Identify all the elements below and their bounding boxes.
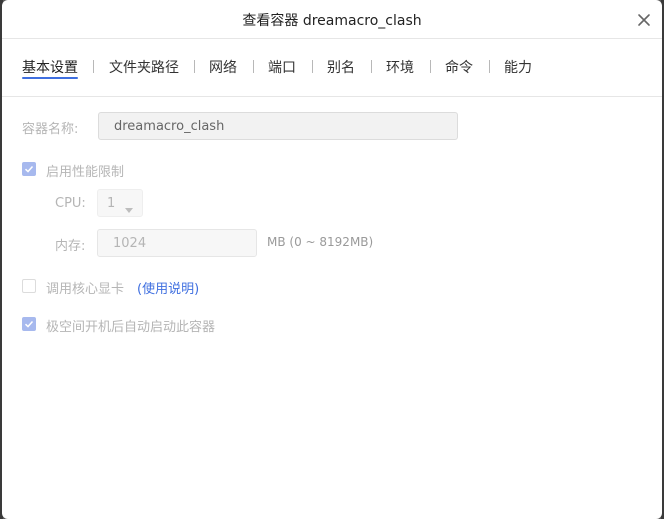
tab-network[interactable]: 网络 xyxy=(209,57,237,77)
memory-range-hint: MB (0 ~ 8192MB) xyxy=(267,235,374,249)
tab-capabilities[interactable]: 能力 xyxy=(504,57,532,77)
tab-separator xyxy=(93,60,94,73)
memory-label: 内存: xyxy=(55,239,86,254)
tab-bar: 基本设置 文件夹路径 网络 端口 别名 环境 命令 能力 xyxy=(2,39,662,97)
gpu-checkbox[interactable] xyxy=(22,279,36,293)
tab-separator xyxy=(194,60,195,73)
autostart-checkbox[interactable] xyxy=(22,317,36,331)
memory-field[interactable]: 1024 xyxy=(97,229,257,257)
cpu-select-value: 1 xyxy=(107,195,116,211)
container-name-field[interactable]: dreamacro_clash xyxy=(98,112,458,140)
active-tab-indicator xyxy=(22,77,78,79)
tab-environment[interactable]: 环境 xyxy=(386,57,414,77)
container-name-label: 容器名称: xyxy=(22,122,79,137)
gpu-label: 调用核心显卡 xyxy=(46,282,125,297)
close-icon[interactable] xyxy=(636,12,652,28)
perf-limit-checkbox[interactable] xyxy=(22,162,36,176)
tab-separator xyxy=(430,60,431,73)
tab-separator xyxy=(371,60,372,73)
chevron-down-icon xyxy=(125,202,133,217)
tab-alias[interactable]: 别名 xyxy=(327,57,355,77)
tab-separator xyxy=(312,60,313,73)
tab-basic-settings[interactable]: 基本设置 xyxy=(22,57,78,77)
tab-separator xyxy=(489,60,490,73)
tab-separator xyxy=(253,60,254,73)
dialog-title: 查看容器 dreamacro_clash xyxy=(242,13,422,29)
check-icon xyxy=(24,165,34,173)
dialog-header: 查看容器 dreamacro_clash xyxy=(2,0,662,39)
gpu-help-link[interactable]: (使用说明) xyxy=(137,278,199,297)
cpu-select[interactable]: 1 xyxy=(97,189,143,217)
tab-folder-paths[interactable]: 文件夹路径 xyxy=(109,57,179,77)
view-container-dialog: 查看容器 dreamacro_clash 基本设置 文件夹路径 网络 端口 别名… xyxy=(2,0,662,519)
tab-ports[interactable]: 端口 xyxy=(268,57,296,77)
tab-command[interactable]: 命令 xyxy=(445,57,473,77)
check-icon xyxy=(24,320,34,328)
autostart-label: 极空间开机后自动启动此容器 xyxy=(46,320,216,335)
perf-limit-label: 启用性能限制 xyxy=(46,165,125,180)
cpu-label: CPU: xyxy=(55,196,86,211)
